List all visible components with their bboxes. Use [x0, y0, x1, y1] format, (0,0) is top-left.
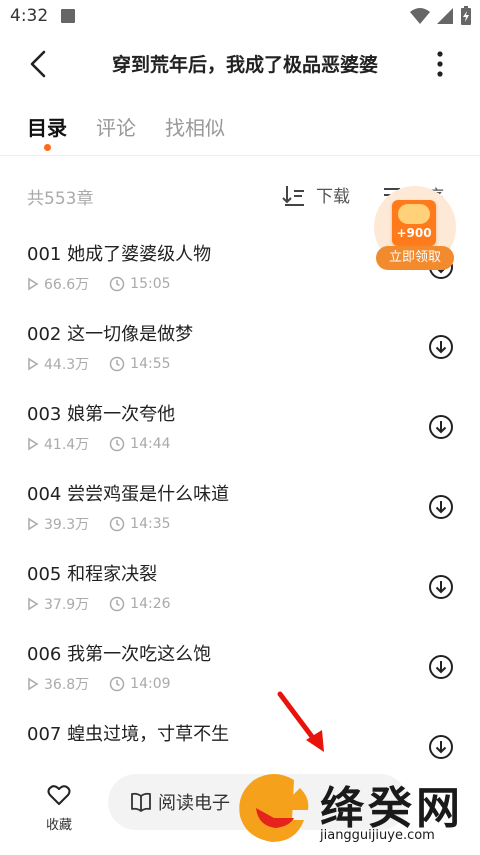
chapter-title: 002 这一切像是做梦	[27, 324, 194, 345]
chapter-meta: 37.9万 14:26	[27, 594, 191, 614]
promo-amount: +900	[396, 226, 432, 240]
signal-icon	[437, 8, 453, 24]
download-label: 下载	[316, 187, 350, 207]
time-value: 14:44	[130, 436, 171, 452]
download-button[interactable]: 下载	[282, 182, 350, 207]
watermark-url: jiangguijiuye.com	[320, 828, 435, 843]
read-label: 阅读电子	[158, 793, 230, 814]
chapter-item[interactable]: 003 娘第一次夸他 41.4万 14:44	[0, 386, 480, 466]
chapter-list: 001 她成了婆婆级人物 66.6万 15:05 002 这一切像是做梦 44.…	[0, 226, 480, 766]
title-bar: 穿到荒年后，我成了极品恶婆婆	[0, 34, 480, 94]
view-count: 39.3万	[44, 517, 90, 533]
chapter-title: 005 和程家决裂	[27, 564, 158, 585]
time-value: 14:26	[130, 596, 171, 612]
time-value: 14:35	[130, 516, 171, 532]
play-icon	[28, 437, 39, 451]
time-value: 15:05	[130, 276, 171, 292]
book-title: 穿到荒年后，我成了极品恶婆婆	[111, 54, 378, 76]
chapter-meta: 41.4万 14:44	[27, 434, 191, 454]
download-sort-icon	[282, 185, 304, 206]
view-count: 37.9万	[44, 597, 90, 613]
book-icon	[131, 792, 151, 812]
clock-icon	[109, 276, 125, 292]
chapter-title: 006 我第一次吃这么饱	[27, 644, 212, 665]
battery-icon	[461, 6, 471, 25]
download-icon[interactable]	[428, 414, 454, 440]
download-icon[interactable]	[428, 574, 454, 600]
update-time: 14:55	[109, 356, 171, 372]
views: 39.3万	[27, 514, 89, 534]
clock-icon	[109, 676, 125, 692]
red-arrow-annotation	[277, 691, 324, 752]
reward-promo[interactable]: +900 立即领取	[374, 186, 456, 272]
time-value: 14:09	[130, 676, 171, 692]
view-count: 44.3万	[44, 357, 90, 373]
views: 37.9万	[27, 594, 89, 614]
chapter-meta: 44.3万 14:55	[27, 354, 191, 374]
status-bar: 4:32	[0, 0, 480, 34]
chapter-item[interactable]: 006 我第一次吃这么饱 36.8万 14:09	[0, 626, 480, 706]
favorite-button[interactable]: 收藏	[28, 784, 90, 840]
chapter-item[interactable]: 004 尝尝鸡蛋是什么味道 39.3万 14:35	[0, 466, 480, 546]
view-count: 36.8万	[44, 677, 90, 693]
gift-card-icon: +900	[392, 200, 436, 246]
play-icon	[28, 677, 39, 691]
update-time: 14:44	[109, 436, 171, 452]
watermark: 绛癸网 jiangguijiuye.com	[234, 768, 480, 855]
watermark-brand: 绛癸网	[320, 783, 464, 834]
views: 36.8万	[27, 674, 89, 694]
clock-icon	[109, 596, 125, 612]
chapter-item[interactable]: 005 和程家决裂 37.9万 14:26	[0, 546, 480, 626]
chapter-meta: 36.8万 14:09	[27, 674, 191, 694]
play-icon	[28, 517, 39, 531]
chapter-title: 007 蝗虫过境，寸草不生	[27, 724, 230, 745]
views: 41.4万	[27, 434, 89, 454]
view-count: 66.6万	[44, 277, 90, 293]
chapter-item[interactable]: 002 这一切像是做梦 44.3万 14:55	[0, 306, 480, 386]
chevron-left-icon	[30, 50, 46, 78]
watermark-logo-icon	[239, 774, 309, 842]
status-icons	[410, 6, 472, 26]
claim-button[interactable]: 立即领取	[376, 246, 454, 270]
clock-icon	[109, 356, 125, 372]
view-count: 41.4万	[44, 437, 90, 453]
update-time: 14:26	[109, 596, 171, 612]
back-button[interactable]	[22, 46, 58, 82]
play-icon	[28, 597, 39, 611]
play-icon	[28, 277, 39, 291]
play-icon	[28, 357, 39, 371]
tab-comments[interactable]: 评论	[96, 112, 136, 141]
time-value: 14:55	[130, 356, 171, 372]
update-time: 14:35	[109, 516, 171, 532]
tab-catalog[interactable]: 目录	[27, 112, 67, 141]
clock-icon	[109, 516, 125, 532]
update-time: 14:09	[109, 676, 171, 692]
chapter-meta: 66.6万 15:05	[27, 274, 191, 294]
update-time: 15:05	[109, 276, 171, 292]
more-vertical-icon	[437, 51, 443, 77]
views: 66.6万	[27, 274, 89, 294]
status-time: 4:32	[10, 6, 49, 26]
chapter-count: 共553章	[27, 189, 94, 209]
chapter-title: 003 娘第一次夸他	[27, 404, 176, 425]
tab-similar[interactable]: 找相似	[165, 112, 225, 141]
download-icon[interactable]	[428, 654, 454, 680]
chapter-item[interactable]: 007 蝗虫过境，寸草不生	[0, 706, 480, 766]
active-tab-indicator	[44, 144, 51, 151]
chapter-title: 004 尝尝鸡蛋是什么味道	[27, 484, 230, 505]
wifi-icon	[410, 8, 430, 24]
chapter-title: 001 她成了婆婆级人物	[27, 244, 212, 265]
coin-icon	[398, 204, 430, 224]
tab-bar: 目录 评论 找相似	[0, 104, 480, 156]
favorite-label: 收藏	[45, 818, 72, 833]
notification-icon	[61, 9, 75, 23]
chapter-meta: 39.3万 14:35	[27, 514, 191, 534]
download-icon[interactable]	[428, 734, 454, 760]
download-icon[interactable]	[428, 334, 454, 360]
views: 44.3万	[27, 354, 89, 374]
more-button[interactable]	[428, 46, 452, 82]
download-icon[interactable]	[428, 494, 454, 520]
clock-icon	[109, 436, 125, 452]
heart-icon	[47, 785, 71, 805]
